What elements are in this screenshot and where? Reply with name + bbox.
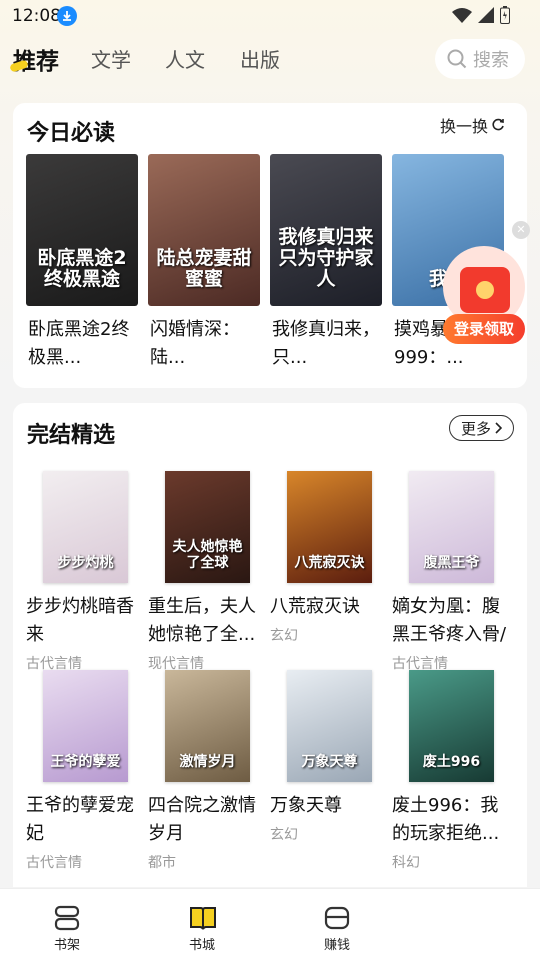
book-title[interactable]: 废土996：我的玩家拒绝... — [392, 792, 514, 848]
wallet-icon — [324, 906, 350, 930]
search-box[interactable]: 搜索 — [435, 39, 525, 79]
book-cover[interactable]: 八荒寂灭诀 — [287, 471, 372, 583]
search-icon — [447, 49, 467, 69]
tab-humanities[interactable]: 人文 — [165, 44, 205, 73]
book-cover[interactable]: 万象天尊 — [287, 670, 372, 782]
book-cover[interactable]: 王爷的孽爱 — [43, 670, 128, 782]
signal-icon — [478, 7, 494, 23]
refresh-label: 换一换 — [439, 117, 488, 136]
top-nav: 推荐 文学 人文 出版 搜索 — [0, 36, 540, 84]
login-claim-button[interactable]: 登录领取 — [443, 314, 525, 344]
book-cover[interactable]: 激情岁月 — [165, 670, 250, 782]
book-title[interactable]: 闪婚情深：陆... — [150, 316, 258, 372]
book-cover[interactable]: 陆总宠妻甜蜜蜜 — [148, 154, 260, 306]
tab-bookstore-label: 书城 — [188, 938, 215, 953]
book-genre: 都市 — [148, 855, 176, 871]
book-title[interactable]: 四合院之激情岁月 — [148, 792, 270, 848]
refresh-button[interactable]: 换一换 — [440, 113, 505, 137]
finished-picks-title: 完结精选 — [27, 423, 116, 448]
more-label: 更多 — [460, 419, 491, 438]
cover-text: 废土996 — [422, 753, 481, 770]
cover-text: 八荒寂灭诀 — [294, 554, 365, 571]
daily-reads-card: 今日必读 换一换 卧底黑途2终极黑途 陆总宠妻甜蜜蜜 我修真归来只为守护家人 我… — [13, 103, 527, 388]
book-cover[interactable]: 步步灼桃 — [43, 471, 128, 583]
status-time: 12:08 — [12, 6, 61, 26]
book-title[interactable]: 步步灼桃暗香来 — [26, 593, 148, 649]
book-cover[interactable]: 我修真归来只为守护家人 — [270, 154, 382, 306]
cover-text: 我修真归来只为守护家人 — [278, 226, 374, 291]
more-button[interactable]: 更多 — [449, 415, 514, 441]
tab-literature[interactable]: 文学 — [91, 44, 131, 73]
book-cover[interactable]: 卧底黑途2终极黑途 — [26, 154, 138, 306]
bottom-nav: 书架 书城 赚钱 — [0, 888, 540, 960]
red-envelope-icon — [460, 267, 510, 313]
cover-text: 万象天尊 — [301, 753, 358, 770]
cover-text: 激情岁月 — [179, 753, 236, 770]
book-title[interactable]: 重生后，夫人她惊艳了全... — [148, 593, 270, 649]
book-open-icon — [190, 907, 216, 930]
download-icon — [57, 6, 77, 26]
tab-bookstore[interactable]: 书城 — [157, 889, 247, 960]
wifi-icon — [452, 8, 472, 23]
cover-text: 夫人她惊艳了全球 — [172, 539, 243, 571]
tab-earn-label: 赚钱 — [323, 938, 350, 953]
bookshelf-icon — [54, 905, 80, 931]
book-title[interactable]: 王爷的孽爱宠妃 — [26, 792, 148, 848]
battery-icon — [500, 6, 510, 24]
book-cover[interactable]: 腹黑王爷 — [409, 471, 494, 583]
tab-bookshelf[interactable]: 书架 — [22, 889, 112, 960]
book-genre: 古代言情 — [26, 855, 82, 871]
chevron-right-icon — [495, 422, 502, 434]
cover-text: 步步灼桃 — [57, 554, 114, 571]
status-bar: 12:08 — [0, 0, 540, 34]
book-cover[interactable]: 废土996 — [409, 670, 494, 782]
cover-text: 王爷的孽爱 — [50, 753, 121, 770]
book-title[interactable]: 嫡女为凰：腹黑王爷疼入骨/ — [392, 593, 514, 649]
tab-recommend[interactable]: 推荐 — [13, 42, 59, 76]
book-genre: 科幻 — [392, 855, 420, 871]
tab-bookshelf-label: 书架 — [53, 938, 80, 953]
cover-text: 腹黑王爷 — [423, 554, 480, 571]
refresh-icon — [492, 118, 504, 131]
tab-earn[interactable]: 赚钱 — [292, 889, 382, 960]
finished-picks-card: 完结精选 更多 步步灼桃 夫人她惊艳了全球 八荒寂灭诀 腹黑王爷 步步灼桃暗香来… — [13, 403, 527, 887]
cover-text: 卧底黑途2终极黑途 — [37, 247, 127, 291]
float-close-icon[interactable]: ✕ — [512, 221, 530, 239]
book-title[interactable]: 我修真归来，只... — [272, 316, 380, 372]
tab-publishing[interactable]: 出版 — [240, 44, 280, 73]
daily-reads-title: 今日必读 — [27, 121, 116, 146]
cover-text: 陆总宠妻甜蜜蜜 — [156, 247, 252, 291]
book-cover[interactable]: 夫人她惊艳了全球 — [165, 471, 250, 583]
book-genre: 玄幻 — [270, 628, 298, 644]
book-genre: 玄幻 — [270, 827, 298, 843]
book-title[interactable]: 卧底黑途2终极黑... — [28, 316, 136, 372]
search-placeholder: 搜索 — [473, 50, 509, 71]
